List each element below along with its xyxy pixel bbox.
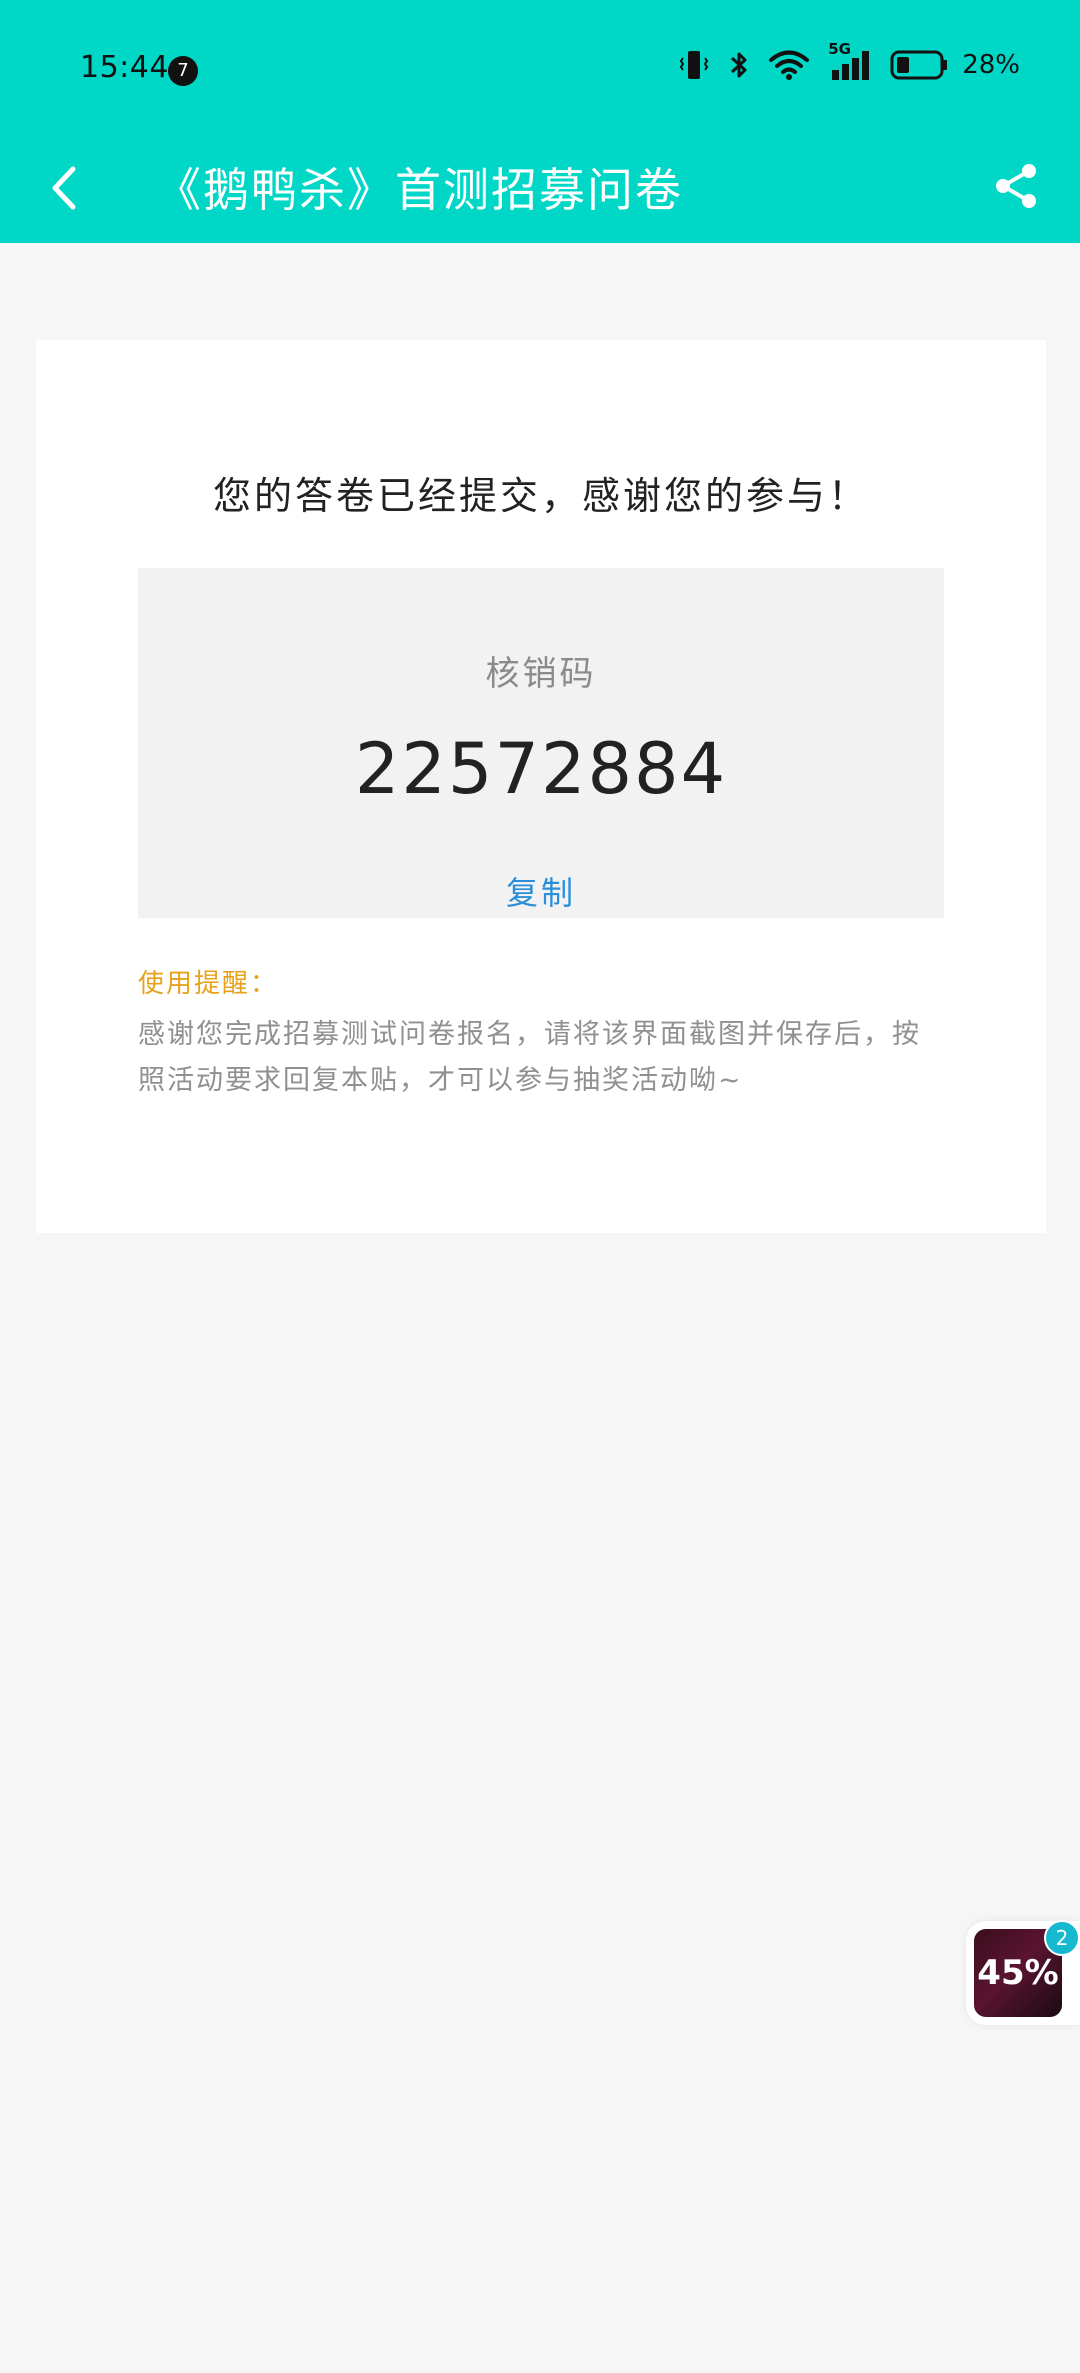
status-time: 15:44 (80, 50, 169, 85)
network-type-label: 5G (828, 40, 851, 58)
battery-percentage: 28% (962, 50, 1020, 80)
page-title: 《鹅鸭杀》首测招募问卷 (155, 163, 683, 217)
submission-result-card: 您的答卷已经提交，感谢您的参与！ 核销码 22572884 复制 使用提醒： 感… (36, 340, 1046, 1233)
wifi-icon (768, 49, 810, 81)
usage-tip-title: 使用提醒： (138, 969, 279, 999)
bluetooth-icon (728, 48, 750, 82)
header-bar: 15:44 7 5G 28% 《鹅鸭杀》首测招募问卷 (0, 0, 1080, 243)
share-button[interactable] (986, 156, 1046, 216)
verification-code-value: 22572884 (354, 728, 728, 810)
status-bar: 15:44 7 5G 28% (0, 0, 1080, 140)
usage-tip-body: 感谢您完成招募测试问卷报名，请将该界面截图并保存后，按照活动要求回复本贴，才可以… (138, 1019, 921, 1096)
battery-icon (890, 49, 948, 81)
status-icons: 5G 28% (678, 40, 1020, 82)
nav-bar: 《鹅鸭杀》首测招募问卷 (0, 140, 1080, 243)
cellular-signal-icon: 5G (828, 40, 872, 82)
submission-message: 您的答卷已经提交，感谢您的参与！ (212, 474, 869, 518)
chevron-left-icon (52, 166, 76, 210)
vibrate-icon (678, 48, 710, 82)
download-progress-text: 45% (977, 1953, 1059, 1993)
verification-code-label: 核销码 (485, 654, 597, 694)
notification-count-badge: 7 (168, 56, 198, 86)
widget-count-badge: 2 (1044, 1920, 1080, 1956)
share-icon (996, 164, 1036, 208)
verification-code-box: 核销码 22572884 复制 (138, 568, 944, 918)
back-button[interactable] (34, 158, 94, 218)
copy-button[interactable]: 复制 (138, 868, 944, 914)
floating-download-widget[interactable]: 45% 2 (966, 1920, 1080, 2025)
